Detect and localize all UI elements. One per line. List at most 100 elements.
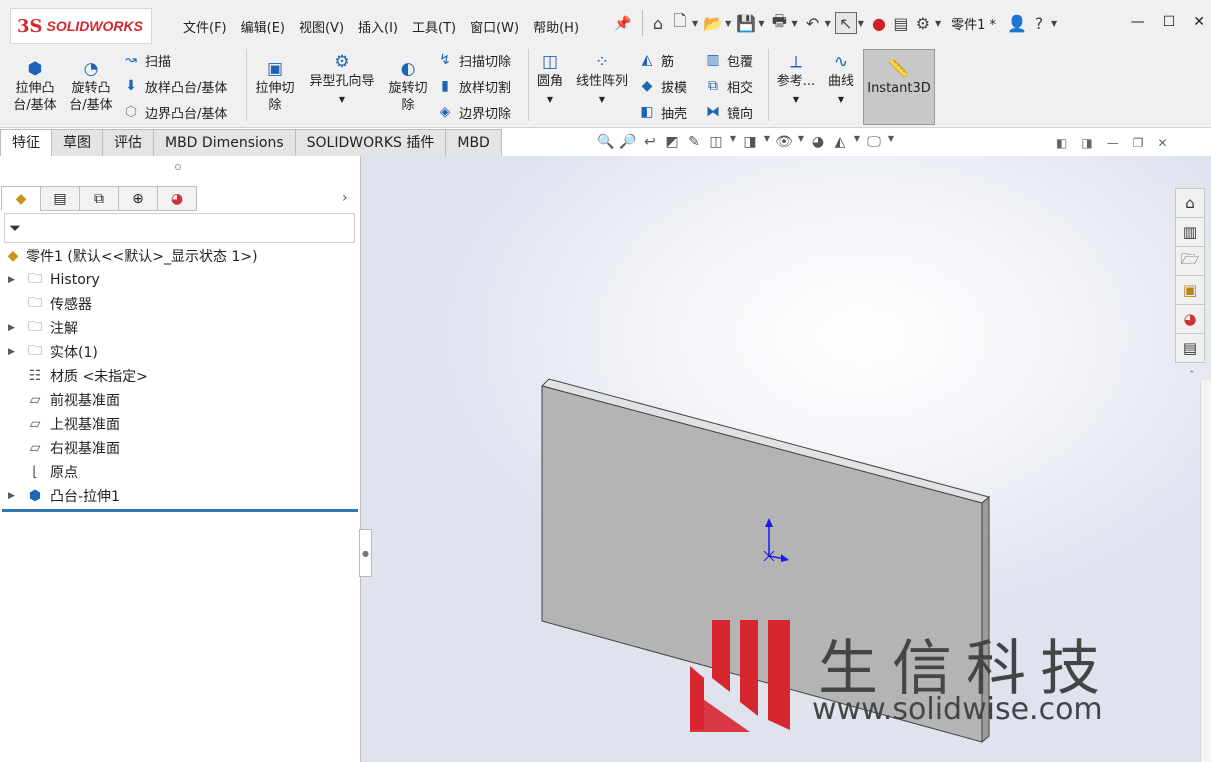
boundary-cut-button[interactable]: ◈ 边界切除 [436,102,511,122]
tab-mbd-dimensions[interactable]: MBD Dimensions [153,129,296,156]
new-document-icon[interactable]: 🗋 [669,11,691,34]
chevron-down-icon[interactable]: ▼ [887,134,895,150]
previous-view-icon[interactable]: ↩ [641,134,659,150]
chevron-down-icon[interactable]: ▼ [838,95,844,104]
chevron-down-icon[interactable]: ▼ [853,134,861,150]
chevron-down-icon[interactable]: ▼ [758,19,764,28]
solidworks-logo[interactable]: 3S SOLIDWORKS [10,8,152,44]
chevron-down-icon[interactable]: ▼ [725,19,731,28]
chevron-down-icon[interactable]: ▼ [599,95,605,104]
appearances-tab[interactable]: ◕ [1175,304,1205,334]
chevron-down-icon[interactable]: ▼ [858,19,864,28]
minimize-icon[interactable]: — [1131,14,1145,30]
loft-boss-button[interactable]: ⬇ 放样凸台/基体 [122,76,227,96]
revolve-boss-button[interactable]: ◔ 旋转凸 台/基体 [64,58,118,114]
tree-node-material[interactable]: ☷ 材质 <未指定> [0,364,360,388]
tree-node-annotations[interactable]: ▶ 🗀 注解 [0,316,360,340]
rib-button[interactable]: ◭ 筋 [638,50,674,70]
view-settings-icon[interactable]: 🖵 [865,134,883,150]
display-style-icon[interactable]: ◨ [741,134,759,150]
file-properties-icon[interactable]: ▤ [890,12,912,34]
view-orientation-icon[interactable]: ◫ [707,134,725,150]
expand-arrow-icon[interactable]: ▶ [8,275,15,285]
open-icon[interactable]: 📂 [702,12,724,34]
chevron-down-icon[interactable]: ▼ [692,19,698,28]
chevron-down-icon[interactable]: ▼ [763,134,771,150]
tab-mbd[interactable]: MBD [445,129,502,156]
close-icon[interactable]: ✕ [1193,14,1205,30]
section-view-icon[interactable]: ◩ [663,134,681,150]
zoom-to-area-icon[interactable]: 🔎 [619,134,637,150]
undo-icon[interactable]: ↶ [802,12,824,34]
tree-node-solid-bodies[interactable]: ▶ 🗀 实体(1) [0,340,360,364]
chevron-down-icon[interactable]: ▼ [935,19,941,28]
linear-pattern-button[interactable]: ⁘ 线性阵列 ▼ [570,51,634,108]
menu-help[interactable]: 帮助(H) [526,17,586,36]
help-icon[interactable]: ? [1028,12,1050,34]
tab-solidworks-addins[interactable]: SOLIDWORKS 插件 [294,129,447,156]
tree-node-boss-extrude1[interactable]: ▶ ⬢ 凸台-拉伸1 [0,484,360,508]
chevron-down-icon[interactable]: ▼ [825,19,831,28]
tree-node-top-plane[interactable]: ▱ 上视基准面 [0,412,360,436]
apply-scene-icon[interactable]: ◭ [831,134,849,150]
chevron-right-icon[interactable]: › [342,190,348,206]
boundary-boss-button[interactable]: ⬡ 边界凸台/基体 [122,102,228,122]
home-icon[interactable]: ⌂ [647,12,669,34]
menu-view[interactable]: 视图(V) [292,17,351,36]
menu-window[interactable]: 窗口(W) [463,17,526,36]
split-right-icon[interactable]: ◨ [1081,136,1092,150]
split-left-icon[interactable]: ◧ [1056,136,1067,150]
rollback-bar[interactable] [2,509,358,512]
chevron-down-icon[interactable]: ▼ [1051,19,1057,28]
menu-tools[interactable]: 工具(T) [405,17,463,36]
lofted-cut-button[interactable]: ▮ 放样切割 [436,76,511,96]
expand-arrow-icon[interactable]: ▶ [8,347,15,357]
solidworks-resources-tab[interactable]: ⌂ [1175,188,1205,218]
tree-node-right-plane[interactable]: ▱ 右视基准面 [0,436,360,460]
draft-button[interactable]: ◆ 拔模 [638,76,687,96]
pin-icon[interactable]: 📌 [614,16,631,32]
configuration-manager-tab[interactable]: ⧉ [79,186,119,211]
maximize-icon[interactable]: ☐ [1163,14,1176,30]
tree-node-history[interactable]: ▶ 🗀 History [0,268,360,292]
viewport-restore-icon[interactable]: ❐ [1133,136,1144,150]
options-gear-icon[interactable]: ⚙ [912,12,934,34]
swept-cut-button[interactable]: ↯ 扫描切除 [436,50,511,70]
save-icon[interactable]: 💾 [735,12,757,34]
select-cursor-icon[interactable]: ↖ [834,12,857,34]
edit-appearance-icon[interactable]: ◕ [809,134,827,150]
tab-evaluate[interactable]: 评估 [102,129,154,156]
panel-collapse-handle[interactable]: ● [359,529,372,577]
chevron-down-icon[interactable]: ▼ [547,95,553,104]
viewport-close-icon[interactable]: ✕ [1157,136,1167,150]
menu-edit[interactable]: 编辑(E) [234,17,292,36]
sweep-button[interactable]: ↝ 扫描 [122,50,171,70]
user-icon[interactable]: 👤 [1006,12,1028,34]
panel-grip-handle[interactable] [175,164,181,170]
dynamic-annotation-icon[interactable]: ✎ [685,134,703,150]
tree-root-part[interactable]: ◆ 零件1 (默认<<默认>_显示状态 1>) [0,244,360,268]
fillet-button[interactable]: ◫ 圆角 ▼ [532,51,568,108]
instant3d-button[interactable]: 📏 Instant3D [863,49,935,125]
revolve-cut-button[interactable]: ◐ 旋转切 除 [384,58,432,114]
extrude-boss-button[interactable]: ⬢ 拉伸凸 台/基体 [8,58,62,114]
hide-show-items-icon[interactable]: 👁 [775,134,793,150]
graphics-scrollbar[interactable] [1200,380,1211,762]
curves-button[interactable]: ∿ 曲线 ▼ [822,51,860,108]
tab-features[interactable]: 特征 [0,129,52,156]
print-icon[interactable]: 🖶 [768,11,790,34]
wrap-button[interactable]: ▥ 包覆 [704,50,753,70]
rebuild-icon[interactable]: ● [868,12,890,34]
design-library-tab[interactable]: ▥ [1175,217,1205,247]
reference-geometry-button[interactable]: ⟂ 参考... ▼ [772,51,820,108]
chevron-down-icon[interactable]: ▼ [797,134,805,150]
tab-sketch[interactable]: 草图 [51,129,103,156]
dimxpert-manager-tab[interactable]: ⊕ [118,186,158,211]
chevron-down-icon[interactable]: ▼ [793,95,799,104]
view-palette-tab[interactable]: ▣ [1175,275,1205,305]
menu-file[interactable]: 文件(F) [176,17,234,36]
chevron-down-icon[interactable]: ▼ [791,19,797,28]
shell-button[interactable]: ◧ 抽壳 [638,102,687,122]
hole-wizard-button[interactable]: ⚙ 异型孔向导 ▼ [302,51,382,108]
file-explorer-tab[interactable]: 🗁 [1175,246,1205,276]
